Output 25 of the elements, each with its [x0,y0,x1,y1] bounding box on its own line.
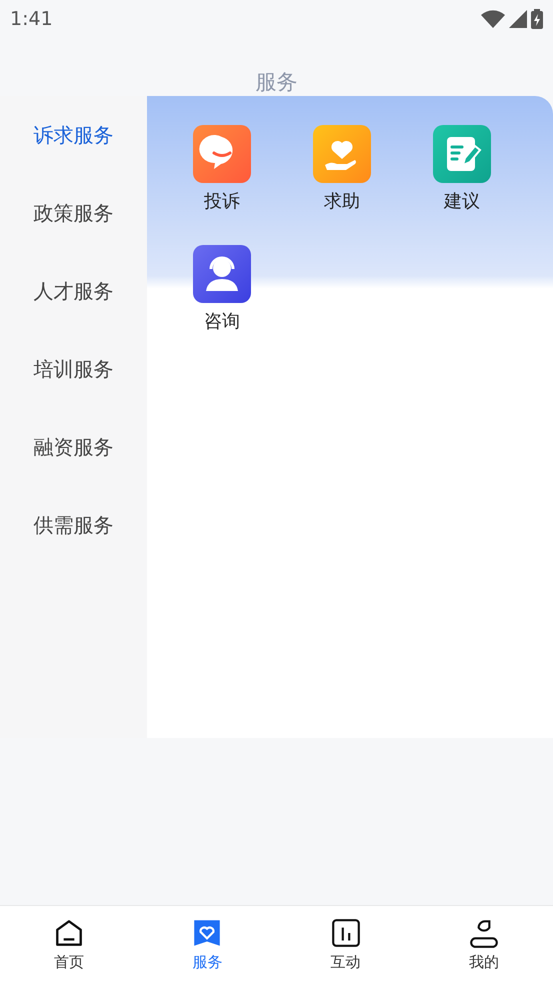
status-time: 1:41 [10,8,53,30]
interact-tab-icon [330,917,362,949]
tab-item[interactable]: 首页 [0,906,138,983]
service-item[interactable]: 投诉 [162,125,282,213]
tab-item[interactable]: 服务 [138,906,276,983]
wifi-icon [481,10,505,28]
note-pen-icon [433,125,491,183]
sidebar-item[interactable]: 供需服务 [0,486,147,564]
sidebar-item[interactable]: 政策服务 [0,174,147,252]
headset-person-icon [193,245,251,303]
signal-icon [509,10,527,28]
sidebar-item[interactable]: 培训服务 [0,330,147,408]
battery-icon [531,9,543,29]
tab-item[interactable]: 互动 [276,906,415,983]
service-item[interactable]: 咨询 [162,245,282,333]
profile-tab-icon [468,917,500,949]
sidebar-item[interactable]: 人才服务 [0,252,147,330]
service-item[interactable]: 求助 [282,125,402,213]
page-title: 服务 [256,69,298,96]
speech-bubble-icon [193,125,251,183]
service-item[interactable]: 建议 [402,125,522,213]
heart-hand-icon [313,125,371,183]
tab-item[interactable]: 我的 [414,906,553,983]
sidebar-item[interactable]: 融资服务 [0,408,147,486]
sidebar-item[interactable]: 诉求服务 [0,96,147,174]
